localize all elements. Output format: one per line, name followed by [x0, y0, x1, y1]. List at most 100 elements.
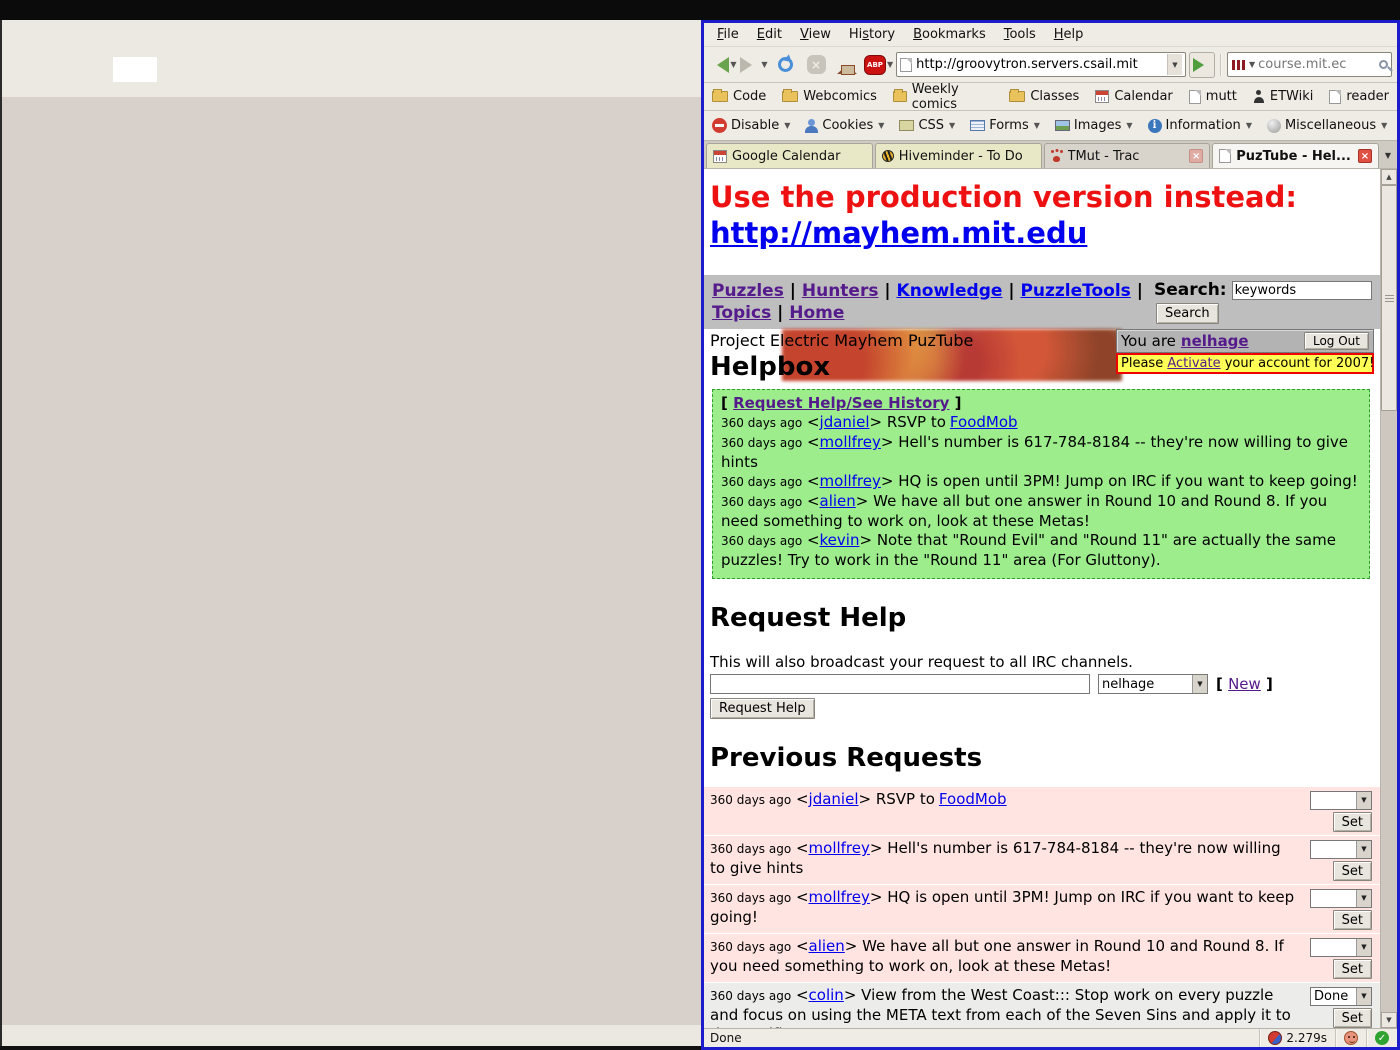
select-arrow-icon[interactable]: ▼ [1192, 675, 1207, 693]
reload-button[interactable] [771, 51, 799, 79]
scroll-down-button[interactable]: ▼ [1381, 1012, 1397, 1028]
ok-status[interactable]: ✓ [1366, 1029, 1397, 1047]
select-arrow-icon[interactable]: ▼ [1356, 792, 1371, 809]
menu-item[interactable]: File [710, 25, 746, 44]
adblock-button[interactable]: ABP▼ [864, 51, 893, 79]
search-engine-dropdown[interactable]: ▼ [1249, 60, 1255, 69]
menu-item[interactable]: History [842, 25, 902, 44]
web-search-input[interactable] [1258, 57, 1376, 72]
set-button[interactable]: Set [1333, 959, 1372, 979]
user-link[interactable]: colin [809, 986, 844, 1004]
stop-button[interactable]: × [802, 51, 830, 79]
site-search-button[interactable]: Search [1156, 303, 1219, 324]
select-arrow-icon[interactable]: ▼ [1356, 988, 1371, 1005]
new-link[interactable]: New [1228, 675, 1261, 693]
back-dropdown-icon[interactable]: ▼ [730, 60, 736, 69]
bookmark-etwiki[interactable]: ETWiki [1253, 89, 1313, 104]
dropdown-icon[interactable]: ▼ [949, 121, 955, 130]
user-link[interactable]: alien [820, 492, 856, 510]
devtool-css[interactable]: CSS▼ [899, 118, 955, 133]
forward-dropdown-icon[interactable]: ▼ [761, 60, 767, 69]
set-button[interactable]: Set [1333, 1008, 1372, 1028]
scroll-up-button[interactable]: ▲ [1381, 169, 1397, 185]
user-link[interactable]: jdaniel [820, 413, 870, 431]
nav-link[interactable]: PuzzleTools [1020, 281, 1130, 301]
scrollbar-thumb[interactable] [1381, 185, 1397, 411]
tab-hiveminder[interactable]: Hiveminder - To Do [875, 143, 1042, 168]
site-search-input[interactable] [1232, 281, 1372, 300]
user-link[interactable]: jdaniel [809, 790, 859, 808]
request-help-button[interactable]: Request Help [710, 698, 815, 719]
go-button[interactable] [1189, 52, 1215, 78]
url-history-dropdown[interactable]: ▼ [1167, 54, 1182, 75]
set-button[interactable]: Set [1333, 861, 1372, 881]
set-button[interactable]: Set [1333, 812, 1372, 832]
request-help-input[interactable] [710, 674, 1090, 694]
tab-close-icon[interactable]: × [1189, 149, 1203, 163]
back-button[interactable]: ▼ [709, 51, 737, 79]
devtool-cookies[interactable]: Cookies▼ [805, 118, 884, 133]
set-button[interactable]: Set [1333, 910, 1372, 930]
dropdown-icon[interactable]: ▼ [1246, 121, 1252, 130]
vertical-scrollbar[interactable]: ▲ ▼ [1380, 169, 1397, 1028]
small-white-window[interactable] [113, 57, 157, 82]
menu-item[interactable]: Help [1047, 25, 1091, 44]
devtool-information[interactable]: iInformation▼ [1148, 118, 1252, 133]
menu-item[interactable]: Tools [997, 25, 1043, 44]
url-bar[interactable]: ▼ [896, 52, 1186, 77]
dropdown-icon[interactable]: ▼ [878, 121, 884, 130]
nav-link[interactable]: Knowledge [897, 281, 1003, 301]
request-help-history-link[interactable]: Request Help/See History [733, 394, 949, 412]
scrollbar-track[interactable] [1381, 411, 1397, 1012]
greasemonkey-status[interactable] [1335, 1029, 1366, 1047]
home-button[interactable] [833, 51, 861, 79]
tab-puztube-active[interactable]: PuzTube - Hel... × [1212, 143, 1379, 168]
activate-link[interactable]: Activate [1167, 356, 1220, 371]
bookmark-classes[interactable]: Classes [1009, 89, 1079, 104]
devtool-disable[interactable]: Disable▼ [712, 118, 790, 133]
dropdown-icon[interactable]: ▼ [784, 121, 790, 130]
mayhem-link[interactable]: http://mayhem.mit.edu [710, 216, 1087, 250]
tab-close-icon[interactable]: × [1358, 149, 1372, 163]
search-engine-box[interactable]: ▼ [1227, 52, 1392, 77]
forward-button[interactable]: ▼ [740, 51, 768, 79]
bookmark-reader[interactable]: reader [1329, 89, 1389, 104]
menu-item[interactable]: View [793, 25, 838, 44]
message-link[interactable]: FoodMob [939, 790, 1007, 808]
user-link[interactable]: mollfrey [809, 888, 870, 906]
dropdown-icon[interactable]: ▼ [1126, 121, 1132, 130]
message-link[interactable]: FoodMob [950, 413, 1018, 431]
nav-link[interactable]: Hunters [802, 281, 879, 301]
bookmark-calendar[interactable]: Calendar [1095, 89, 1172, 104]
dropdown-icon[interactable]: ▼ [1034, 121, 1040, 130]
status-select[interactable]: Done ▼ [1310, 987, 1372, 1006]
status-select[interactable]: ▼ [1310, 889, 1372, 908]
user-link[interactable]: alien [809, 937, 845, 955]
user-link[interactable]: kevin [820, 531, 860, 549]
devtool-forms[interactable]: Forms▼ [970, 118, 1040, 133]
devtool-miscellaneous[interactable]: Miscellaneous▼ [1267, 118, 1387, 133]
bookmark-code[interactable]: Code [712, 89, 766, 104]
requester-select[interactable]: nelhage ▼ [1098, 674, 1208, 694]
tab-list-dropdown[interactable]: ▼ [1379, 143, 1397, 168]
user-link[interactable]: mollfrey [820, 472, 881, 490]
username-link[interactable]: nelhage [1181, 332, 1249, 350]
select-arrow-icon[interactable]: ▼ [1356, 939, 1371, 956]
status-select[interactable]: ▼ [1310, 791, 1372, 810]
devtool-images[interactable]: Images▼ [1055, 118, 1133, 133]
logout-button[interactable]: Log Out [1304, 332, 1369, 350]
user-link[interactable]: mollfrey [820, 433, 881, 451]
dropdown-icon[interactable]: ▼ [1381, 121, 1387, 130]
status-select[interactable]: ▼ [1310, 840, 1372, 859]
select-arrow-icon[interactable]: ▼ [1356, 841, 1371, 858]
select-arrow-icon[interactable]: ▼ [1356, 890, 1371, 907]
bookmark-webcomics[interactable]: Webcomics [782, 89, 877, 104]
tab-tmut-trac[interactable]: TMut - Trac × [1044, 143, 1211, 168]
load-timer[interactable]: 2.279s [1259, 1029, 1335, 1047]
adblock-dropdown-icon[interactable]: ▼ [887, 60, 893, 69]
bookmark-mutt[interactable]: mutt [1189, 89, 1237, 104]
menu-item[interactable]: Bookmarks [906, 25, 993, 44]
tab-google-calendar[interactable]: Google Calendar [706, 143, 873, 168]
menu-item[interactable]: Edit [750, 25, 789, 44]
nav-link[interactable]: Home [789, 303, 844, 323]
